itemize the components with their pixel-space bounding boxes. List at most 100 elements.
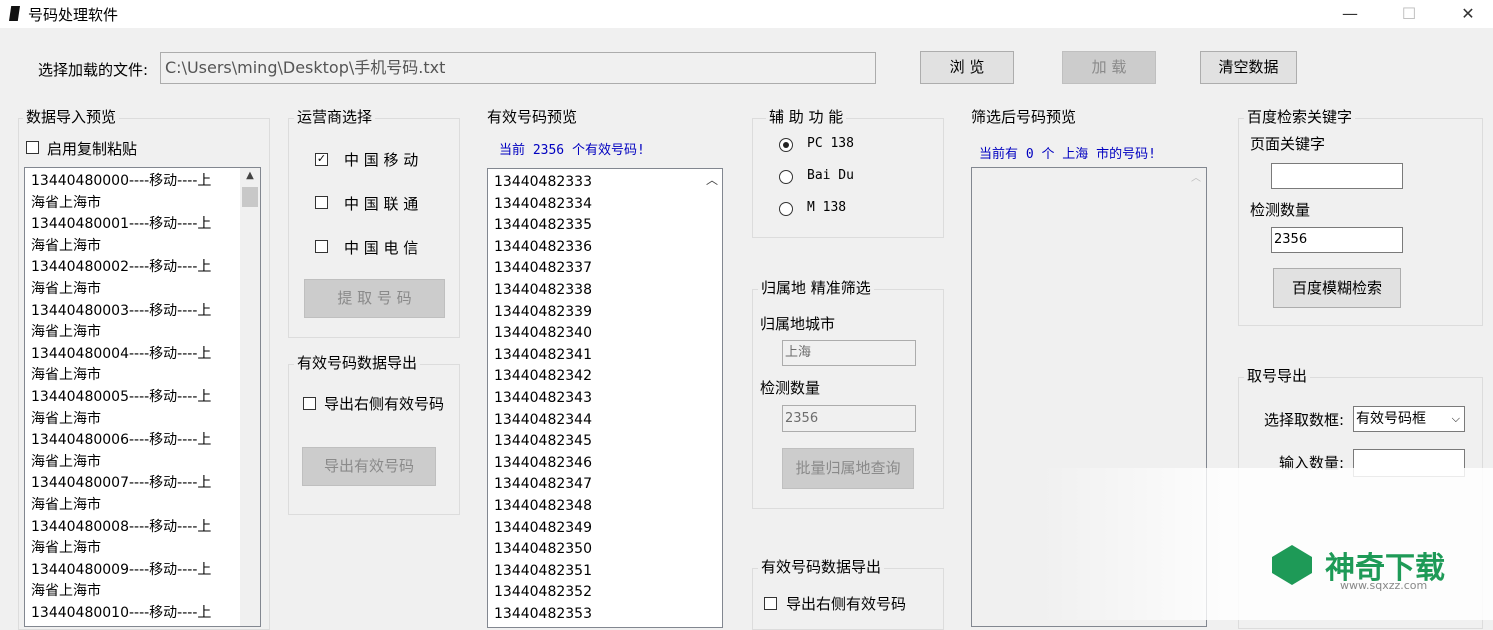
list-item[interactable]: 13440482334	[494, 194, 592, 216]
list-item[interactable]: 13440482339	[494, 302, 592, 324]
list-item[interactable]: 13440482343	[494, 388, 592, 410]
list-item[interactable]: 海省上海市	[31, 581, 237, 603]
export-right-valid-label: 导出右侧有效号码	[324, 395, 445, 413]
baidu-legend: 百度检索关键字	[1244, 106, 1356, 127]
list-item[interactable]: 海省上海市	[31, 452, 237, 474]
keyword-input[interactable]	[1271, 163, 1403, 189]
extract-numbers-button[interactable]: 提 取 号 码	[304, 279, 445, 318]
list-item[interactable]: 海省上海市	[31, 365, 237, 387]
valid-numbers-list[interactable]: 13440482333 13440482334 13440482335 1344048…	[487, 168, 723, 628]
scroll-up-icon[interactable]: ︿	[702, 169, 722, 191]
close-button[interactable]: ✕	[1445, 0, 1491, 28]
scroll-up-icon[interactable]: ︿	[1186, 168, 1206, 190]
list-item[interactable]: 13440482352	[494, 582, 592, 604]
city-label: 归属地城市	[760, 315, 836, 333]
valid-scrollbar[interactable]: ︿	[702, 169, 722, 627]
aux-legend: 辅 助 功 能	[766, 106, 847, 127]
scroll-up-icon[interactable]: ▲	[240, 168, 260, 184]
list-item[interactable]: 13440482337	[494, 258, 592, 280]
batch-location-query-button[interactable]: 批量归属地查询	[782, 448, 914, 489]
list-item[interactable]: 13440480002----移动----上	[31, 257, 237, 279]
list-item[interactable]: 13440482349	[494, 518, 592, 540]
clear-data-button[interactable]: 清空数据	[1200, 51, 1297, 84]
pc138-label: PC 138	[807, 136, 854, 151]
export-valid-group	[288, 364, 460, 515]
baidu-radio[interactable]	[779, 170, 793, 184]
m138-label: M 138	[807, 200, 847, 215]
list-item[interactable]: 海省上海市	[31, 193, 237, 215]
window-title: 号码处理软件	[28, 6, 119, 24]
keyword-label: 页面关键字	[1250, 135, 1326, 153]
telecom-label: 中 国 电 信	[344, 239, 419, 257]
pc138-radio[interactable]	[779, 138, 793, 152]
chevron-down-icon: ⌵	[1451, 412, 1460, 425]
list-item[interactable]: 13440482344	[494, 410, 592, 432]
location-count-label: 检测数量	[760, 379, 821, 397]
list-item[interactable]: 海省上海市	[31, 538, 237, 560]
list-item[interactable]: 13440482348	[494, 496, 592, 518]
list-item[interactable]: 13440482347	[494, 474, 592, 496]
export-valid2-legend: 有效号码数据导出	[758, 556, 885, 577]
filtered-status: 当前有 0 个 上海 市的号码!	[979, 147, 1156, 162]
list-item[interactable]: 13440480007----移动----上	[31, 473, 237, 495]
list-item[interactable]: 13440482342	[494, 366, 592, 388]
export-right-valid-checkbox[interactable]	[303, 397, 316, 410]
city-input[interactable]: 上海	[782, 340, 916, 366]
box-select-dropdown[interactable]: 有效号码框 ⌵	[1353, 406, 1465, 432]
list-item[interactable]: 13440482333	[494, 172, 592, 194]
export-valid-legend: 有效号码数据导出	[294, 352, 421, 373]
baidu-count-label: 检测数量	[1250, 201, 1311, 219]
unicom-label: 中 国 联 通	[344, 195, 419, 213]
watermark-url: www.sqxzz.com	[1340, 579, 1428, 592]
maximize-button[interactable]: ☐	[1386, 0, 1432, 28]
list-item[interactable]: 海省上海市	[31, 279, 237, 301]
telecom-checkbox[interactable]	[315, 240, 328, 253]
location-count-input[interactable]: 2356	[782, 405, 916, 432]
browse-button[interactable]: 浏 览	[920, 51, 1014, 84]
import-scrollbar[interactable]: ▲	[240, 168, 260, 626]
baidu-count-input[interactable]: 2356	[1271, 227, 1403, 253]
box-select-value: 有效号码框	[1356, 411, 1426, 427]
list-item[interactable]: 海省上海市	[31, 322, 237, 344]
list-item[interactable]: 13440482336	[494, 237, 592, 259]
scroll-thumb[interactable]	[242, 187, 258, 207]
load-button[interactable]: 加 载	[1062, 51, 1156, 84]
list-item[interactable]: 13440480006----移动----上	[31, 430, 237, 452]
list-item[interactable]: 13440480001----移动----上	[31, 214, 237, 236]
list-item[interactable]: 13440480005----移动----上	[31, 387, 237, 409]
export-valid-button[interactable]: 导出有效号码	[302, 447, 436, 486]
title-bar	[0, 0, 1493, 28]
list-item[interactable]: 13440482350	[494, 539, 592, 561]
list-item[interactable]: 13440482338	[494, 280, 592, 302]
list-item[interactable]: 13440482353	[494, 604, 592, 626]
list-item[interactable]: 13440480004----移动----上	[31, 344, 237, 366]
minimize-button[interactable]: —	[1327, 0, 1373, 28]
list-item[interactable]: 13440482340	[494, 323, 592, 345]
list-item[interactable]: 13440480000----移动----上	[31, 171, 237, 193]
import-list[interactable]: 13440480000----移动----上 海省上海市 13440480001--…	[24, 167, 261, 627]
file-label: 选择加载的文件:	[38, 61, 149, 79]
mobile-checkbox[interactable]: ✓	[315, 153, 328, 166]
list-item[interactable]: 13440480003----移动----上	[31, 301, 237, 323]
export-right-valid2-label: 导出右侧有效号码	[786, 595, 907, 613]
list-item[interactable]: 13440482335	[494, 215, 592, 237]
valid-count-status: 当前 2356 个有效号码!	[499, 143, 645, 158]
list-item[interactable]: 13440482346	[494, 453, 592, 475]
baidu-fuzzy-search-button[interactable]: 百度模糊检索	[1273, 268, 1401, 308]
list-item[interactable]: 13440482351	[494, 561, 592, 583]
list-item[interactable]: 13440480009----移动----上	[31, 560, 237, 582]
file-path-input[interactable]: C:\Users\ming\Desktop\手机号码.txt	[160, 52, 876, 84]
list-item[interactable]: 海省上海市	[31, 495, 237, 517]
enable-paste-checkbox[interactable]	[26, 141, 39, 154]
valid-preview-legend: 有效号码预览	[484, 106, 581, 127]
unicom-checkbox[interactable]	[315, 196, 328, 209]
export-right-valid2-checkbox[interactable]	[764, 597, 777, 610]
list-item[interactable]: 13440482345	[494, 431, 592, 453]
m138-radio[interactable]	[779, 202, 793, 216]
list-item[interactable]: 13440482341	[494, 345, 592, 367]
list-item[interactable]: 海省上海市	[31, 236, 237, 258]
list-item[interactable]: 海省上海市	[31, 409, 237, 431]
list-item[interactable]: 13440480010----移动----上	[31, 603, 237, 625]
baidu-label: Bai Du	[807, 168, 854, 183]
list-item[interactable]: 13440480008----移动----上	[31, 517, 237, 539]
